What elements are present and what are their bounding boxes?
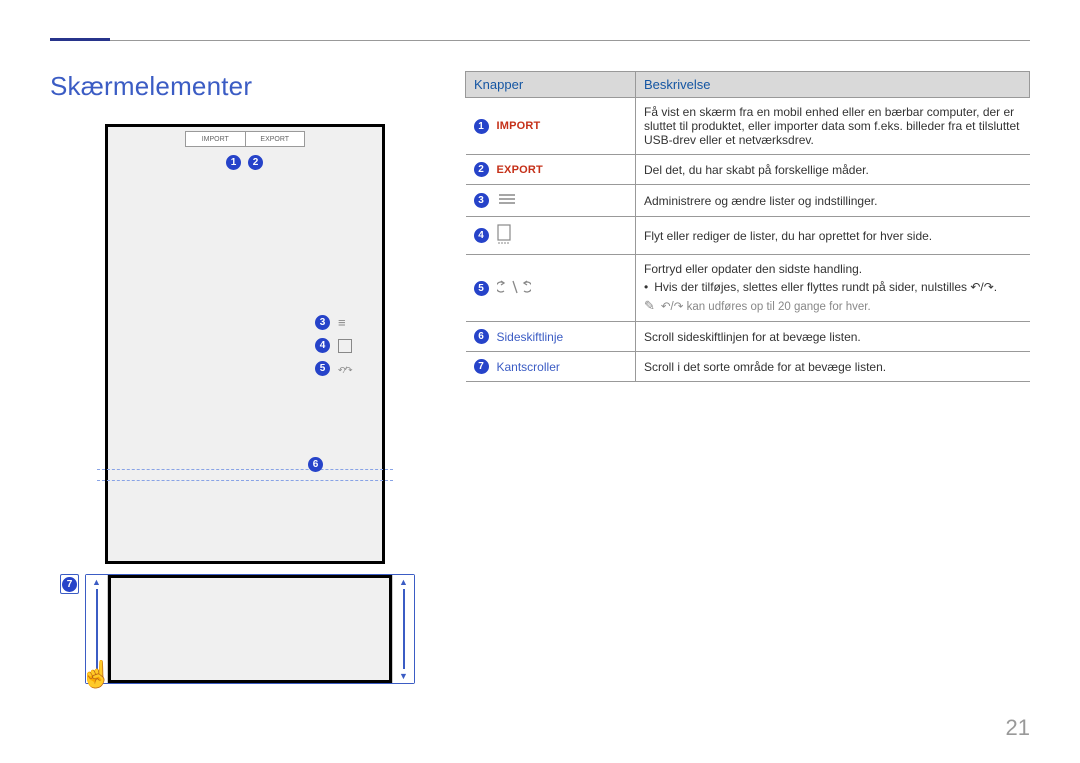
screen-diagram: IMPORT EXPORT 1 2 3 4 5 <box>105 124 385 564</box>
row-desc: Scroll i det sorte område for at bevæge … <box>636 352 1030 382</box>
callout-1: 1 <box>226 155 241 170</box>
hand-pointer-icon: ☝ <box>80 665 112 683</box>
callout-4: 4 <box>315 338 330 353</box>
row-num: 6 <box>474 329 489 344</box>
th-buttons: Knapper <box>466 72 636 98</box>
pencil-icon: ✎ <box>644 298 655 314</box>
header-accent <box>50 38 110 41</box>
row-num: 4 <box>474 228 489 243</box>
page-icon <box>497 224 513 247</box>
hamburger-icon <box>338 316 352 330</box>
tab-export: EXPORT <box>246 136 305 143</box>
sideskiftlinje-label: Sideskiftlinje <box>497 330 564 344</box>
page-break-line <box>97 469 393 481</box>
th-description: Beskrivelse <box>636 72 1030 98</box>
tab-import: IMPORT <box>186 136 245 143</box>
table-row: 5 <box>466 255 1030 322</box>
buttons-table: Knapper Beskrivelse 1 IMPORT Få vist en … <box>465 71 1030 382</box>
row5-note: ↶/↷ kan udføres op til 20 gange for hver… <box>661 299 871 313</box>
row-desc: Administrere og ændre lister og indstill… <box>636 185 1030 217</box>
callout-6: 6 <box>308 457 323 472</box>
table-row: 4 Flyt eller rediger de lister, du har o… <box>466 217 1030 255</box>
page-number: 21 <box>1006 715 1030 741</box>
kantscroller-label: Kantscroller <box>497 360 560 374</box>
row5-bullet: Hvis der tilføjes, slettes eller flyttes… <box>654 280 1021 294</box>
row-desc: Få vist en skærm fra en mobil enhed elle… <box>636 98 1030 155</box>
row-num: 1 <box>474 119 489 134</box>
row-desc: Del det, du har skabt på forskellige måd… <box>636 155 1030 185</box>
row-num: 2 <box>474 162 489 177</box>
edge-scroller-diagram: ▲ ▼ ☝ ▲ ▼ <box>85 574 415 684</box>
row-desc: Scroll sideskiftlinjen for at bevæge lis… <box>636 322 1030 352</box>
import-label: IMPORT <box>497 120 541 132</box>
table-row: 6 Sideskiftlinje Scroll sideskiftlinjen … <box>466 322 1030 352</box>
callout-3: 3 <box>315 315 330 330</box>
page-icon <box>338 339 352 353</box>
side-icons-group: 3 4 5 <box>315 315 352 376</box>
export-label: EXPORT <box>497 164 543 176</box>
callout-7: 7 <box>62 577 77 592</box>
diagram-import-export-tab: IMPORT EXPORT <box>185 131 305 147</box>
row-num: 7 <box>474 359 489 374</box>
row-desc: Flyt eller rediger de lister, du har opr… <box>636 217 1030 255</box>
table-row: 1 IMPORT Få vist en skærm fra en mobil e… <box>466 98 1030 155</box>
table-row: 2 EXPORT Del det, du har skabt på forske… <box>466 155 1030 185</box>
row-num: 3 <box>474 193 489 208</box>
row-num: 5 <box>474 281 489 296</box>
section-heading: Skærmelementer <box>50 71 425 102</box>
callout-2: 2 <box>248 155 263 170</box>
undo-redo-icon <box>497 279 531 298</box>
table-row: 3 Administrere og ændre lister og indsti… <box>466 185 1030 217</box>
undo-redo-icon <box>338 362 352 376</box>
hamburger-icon <box>497 192 517 209</box>
row5-main: Fortryd eller opdater den sidste handlin… <box>644 262 1022 276</box>
callout-5: 5 <box>315 361 330 376</box>
table-row: 7 Kantscroller Scroll i det sorte område… <box>466 352 1030 382</box>
